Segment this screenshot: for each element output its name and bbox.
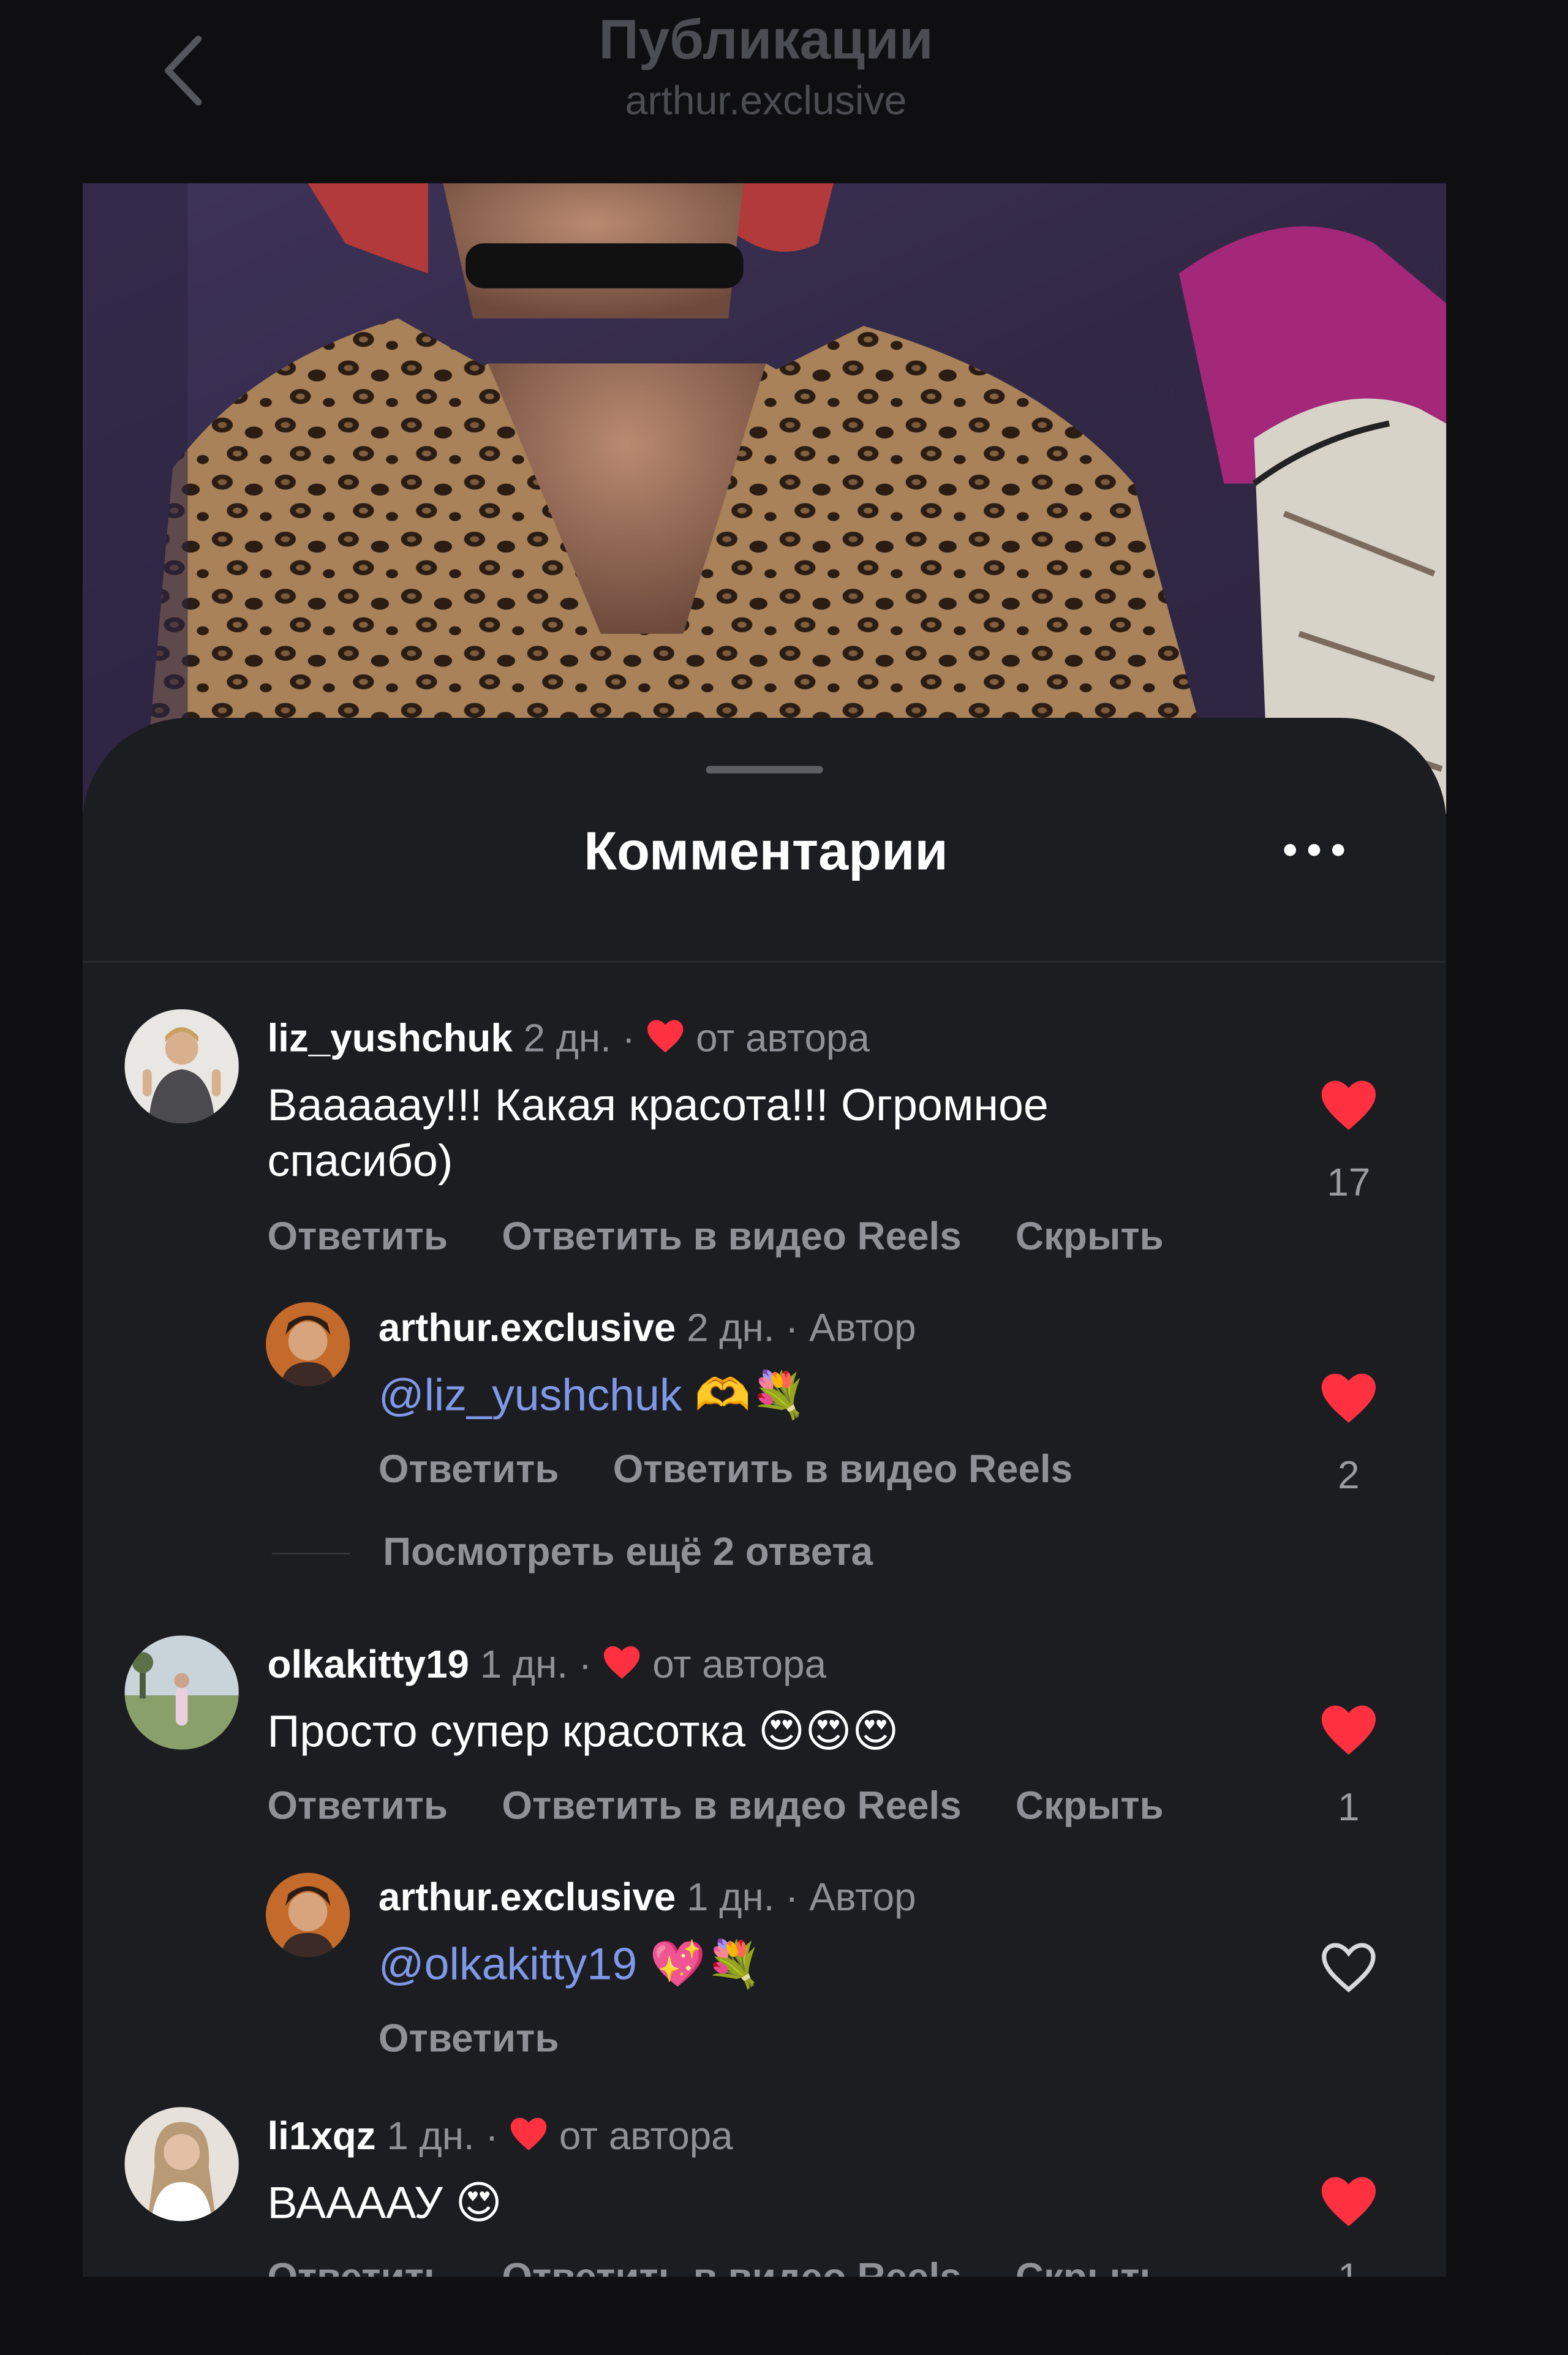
comment-meta: olkakitty19 1 дн. · от автора xyxy=(267,1641,826,1691)
username[interactable]: liz_yushchuk xyxy=(267,1015,512,1061)
liked-by-author-label: от автора xyxy=(559,2112,733,2158)
reply-reels-button[interactable]: Ответить в видео Reels xyxy=(502,1213,961,1259)
page-title: Публикации xyxy=(598,9,933,71)
page-subtitle: arthur.exclusive xyxy=(625,78,907,124)
reply-button[interactable]: Ответить xyxy=(267,1213,448,1259)
separator-dot: · xyxy=(485,2112,499,2158)
username[interactable]: arthur.exclusive xyxy=(379,1305,676,1351)
like-count: 17 xyxy=(1327,1159,1371,1205)
comments-title: Комментарии xyxy=(584,820,948,882)
comment-text: Просто супер красотка 😍😍😍 xyxy=(267,1705,899,1760)
more-dots-icon xyxy=(1284,844,1344,856)
avatar[interactable] xyxy=(124,1009,239,1124)
comment-text: Вааааау!!! Какая красота!!! Огромное спа… xyxy=(267,1081,1049,1187)
comment-body: Просто супер красотка xyxy=(267,1707,746,1757)
like-count: 2 xyxy=(1338,1452,1360,1498)
comment-body: ВААААУ xyxy=(267,2179,443,2229)
username[interactable]: arthur.exclusive xyxy=(379,1874,676,1920)
sheet-grabber[interactable] xyxy=(706,766,823,774)
comment-text: ВААААУ 😍 xyxy=(267,2176,502,2232)
comment-emoji: 😍 xyxy=(455,2179,503,2229)
heart-filled-icon xyxy=(1321,2177,1376,2226)
author-badge: Автор xyxy=(809,1305,916,1351)
mention-link[interactable]: @olkakitty19 xyxy=(379,1940,637,1990)
hide-button[interactable]: Скрыть xyxy=(1016,1783,1164,1828)
like-button[interactable] xyxy=(1319,1371,1379,1425)
hide-button[interactable]: Скрыть xyxy=(1016,1213,1164,1259)
reply-button[interactable]: Ответить xyxy=(379,1446,559,1491)
separator-dot: · xyxy=(785,1305,799,1351)
reply-actions: Ответить Ответить в видео Reels xyxy=(379,1446,1126,1493)
reply-text: @liz_yushchuk 🫶💐 xyxy=(379,1368,807,1424)
liked-by-author-label: от автора xyxy=(696,1015,870,1061)
like-button[interactable] xyxy=(1319,1940,1379,1994)
reply-button[interactable]: Ответить xyxy=(379,2016,559,2061)
avatar[interactable] xyxy=(124,1635,239,1750)
separator-dot: · xyxy=(785,1874,799,1920)
username[interactable]: li1xqz xyxy=(267,2113,375,2158)
liked-by-author-label: от автора xyxy=(652,1641,827,1687)
comment-actions: Ответить Ответить в видео Reels Скрыть xyxy=(267,1213,1218,1260)
separator-dot: · xyxy=(578,1641,592,1687)
reply-reels-button[interactable]: Ответить в видео Reels xyxy=(613,1446,1072,1491)
timestamp: 2 дн. xyxy=(523,1015,611,1061)
mention-link[interactable]: @liz_yushchuk xyxy=(379,1371,682,1421)
reply-meta: arthur.exclusive 1 дн. · Автор xyxy=(379,1874,916,1921)
author-badge: Автор xyxy=(809,1874,916,1920)
heart-icon xyxy=(603,1645,642,1691)
timestamp: 1 дн. xyxy=(687,1874,775,1920)
thread-line xyxy=(271,1553,350,1554)
avatar[interactable] xyxy=(266,1872,350,1957)
view-more-replies-button[interactable]: Посмотреть ещё 2 ответа xyxy=(383,1529,873,1575)
reply-meta: arthur.exclusive 2 дн. · Автор xyxy=(379,1305,916,1352)
reply-emoji: 🫶💐 xyxy=(695,1371,807,1421)
heart-filled-icon xyxy=(1321,1373,1376,1423)
like-button[interactable] xyxy=(1319,1703,1379,1757)
comment-emoji: 😍😍😍 xyxy=(758,1707,899,1757)
reply-emoji: 💖💐 xyxy=(649,1940,762,1990)
username[interactable]: olkakitty19 xyxy=(267,1641,469,1687)
reply-button[interactable]: Ответить xyxy=(267,1783,448,1828)
heart-icon xyxy=(509,2116,548,2163)
bottom-clip xyxy=(82,2277,1447,2355)
timestamp: 2 дн. xyxy=(687,1305,775,1351)
comment-meta: liz_yushchuk 2 дн. · от автора xyxy=(267,1015,869,1065)
avatar[interactable] xyxy=(124,2107,239,2221)
like-button[interactable] xyxy=(1319,2174,1379,2228)
comment-meta: li1xqz 1 дн. · от автора xyxy=(267,2113,733,2163)
reply-actions: Ответить xyxy=(379,2016,613,2062)
heart-filled-icon xyxy=(1321,1080,1376,1130)
timestamp: 1 дн. xyxy=(480,1641,568,1687)
more-options-button[interactable] xyxy=(1280,835,1349,865)
like-count: 1 xyxy=(1338,1784,1360,1829)
like-button[interactable] xyxy=(1319,1079,1379,1132)
reply-reels-button[interactable]: Ответить в видео Reels xyxy=(502,1783,961,1828)
separator-dot: · xyxy=(622,1015,635,1061)
avatar[interactable] xyxy=(266,1302,350,1387)
reply-text: @olkakitty19 💖💐 xyxy=(379,1937,762,1993)
heart-outline-icon xyxy=(1322,1943,1376,1992)
heart-icon xyxy=(646,1018,685,1064)
comment-actions: Ответить Ответить в видео Reels Скрыть xyxy=(267,1783,1218,1829)
timestamp: 1 дн. xyxy=(386,2112,475,2158)
heart-filled-icon xyxy=(1321,1705,1376,1755)
sheet-divider xyxy=(82,961,1447,963)
